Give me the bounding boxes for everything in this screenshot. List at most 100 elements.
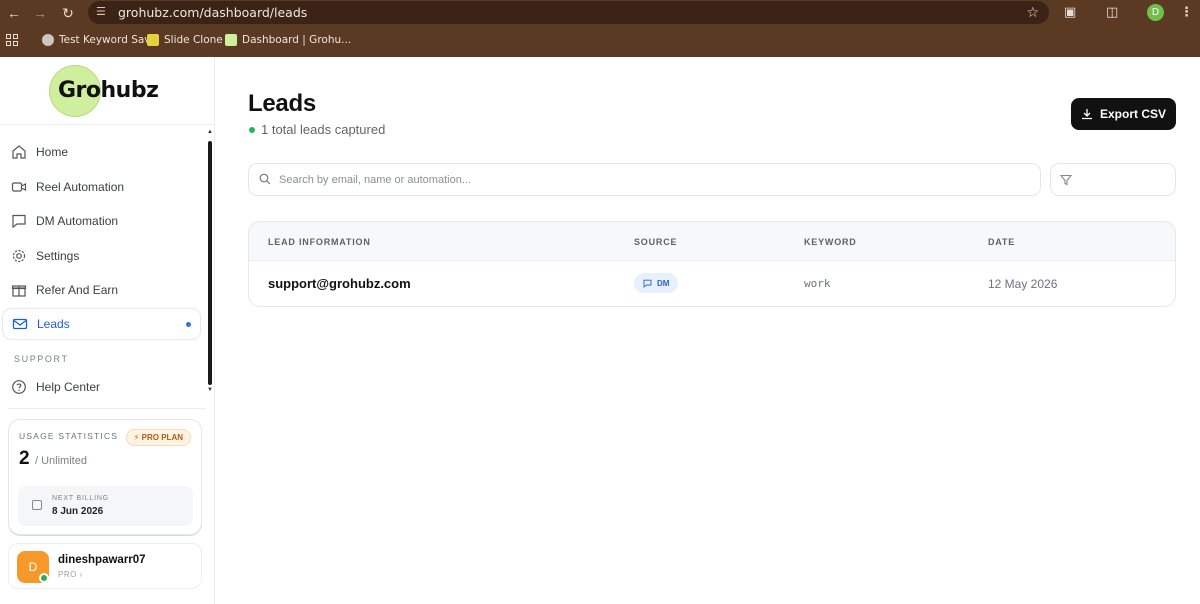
pro-plan-label: PRO PLAN	[141, 433, 183, 442]
page-title: Leads	[248, 90, 316, 117]
lead-keyword: work	[804, 277, 831, 290]
user-name: dineshpawarr07	[58, 554, 146, 566]
sidebar-item-reel-automation[interactable]: Reel Automation	[0, 170, 207, 205]
main-content: Leads 1 total leads captured Export CSV …	[216, 57, 1200, 604]
leads-count-text: 1 total leads captured	[261, 122, 386, 137]
sidebar: Grohubz Home Reel Automation DM Automati…	[0, 57, 215, 604]
apps-grid-icon[interactable]	[6, 34, 19, 47]
logo-text: Grohubz	[58, 78, 159, 103]
logo[interactable]: Grohubz	[0, 57, 215, 125]
filter-icon	[1060, 174, 1072, 186]
help-circle-icon	[12, 380, 26, 395]
column-header: SOURCE	[634, 237, 678, 247]
site-info-icon[interactable]: ☰	[96, 5, 110, 19]
home-icon	[12, 145, 26, 159]
user-profile-card[interactable]: D dineshpawarr07 PRO ›	[8, 543, 202, 589]
next-billing: NEXT BILLING 8 Jun 2026	[18, 486, 193, 526]
bookmark-star-icon[interactable]: ☆	[1026, 4, 1039, 21]
back-icon[interactable]: ←	[4, 3, 24, 23]
sidebar-item-label: Refer And Earn	[36, 283, 119, 298]
online-status-indicator	[39, 573, 49, 583]
divider	[8, 408, 206, 409]
column-header: KEYWORD	[804, 237, 857, 247]
sidebar-item-help-center[interactable]: Help Center	[0, 370, 207, 405]
export-csv-button[interactable]: Export CSV	[1071, 98, 1176, 130]
usage-limit: / Unlimited	[35, 455, 87, 467]
message-icon	[643, 279, 652, 288]
sidebar-item-refer-and-earn[interactable]: Refer And Earn	[0, 273, 207, 308]
support-section-label: SUPPORT	[14, 354, 69, 364]
billing-date: 8 Jun 2026	[52, 506, 104, 517]
bookmark-label: Test Keyword Save	[59, 34, 157, 46]
profile-avatar[interactable]: D	[1147, 4, 1164, 21]
source-badge: DM	[634, 273, 679, 293]
search-icon	[259, 173, 271, 185]
user-plan: PRO ›	[58, 570, 83, 579]
sidebar-item-settings[interactable]: Settings	[0, 239, 207, 274]
scrollbar-thumb[interactable]	[208, 141, 212, 385]
reload-icon[interactable]: ↻	[58, 3, 78, 23]
tab-search-icon[interactable]: ◫	[1106, 4, 1118, 20]
sidebar-item-leads[interactable]: Leads	[2, 307, 201, 340]
sidebar-item-label: Help Center	[36, 380, 101, 395]
video-icon	[11, 182, 27, 192]
export-csv-label: Export CSV	[1099, 107, 1166, 121]
help-center-container: Help Center	[0, 370, 207, 405]
app: Grohubz Home Reel Automation DM Automati…	[0, 57, 1200, 604]
sidebar-item-label: Home	[36, 145, 69, 160]
globe-icon	[42, 34, 54, 46]
address-bar[interactable]: ☰ grohubz.com/dashboard/leads ☆	[88, 1, 1049, 24]
usage-title: USAGE STATISTICS	[19, 431, 119, 441]
sidebar-item-label: Leads	[37, 316, 70, 331]
table-header: LEAD INFORMATION SOURCE KEYWORD DATE	[249, 222, 1175, 261]
leads-count-status: 1 total leads captured	[249, 122, 385, 137]
lead-date: 12 May 2026	[988, 277, 1058, 291]
active-indicator	[186, 321, 191, 327]
source-label: DM	[657, 278, 670, 288]
filter-select[interactable]	[1050, 163, 1176, 196]
sidebar-item-dm-automation[interactable]: DM Automation	[0, 204, 207, 239]
sidebar-item-label: DM Automation	[36, 214, 119, 229]
search-box[interactable]	[248, 163, 1041, 196]
sidebar-item-label: Settings	[36, 248, 80, 263]
mail-icon	[12, 318, 28, 329]
scroll-down-icon[interactable]: ▼	[207, 387, 213, 393]
sidebar-nav: Home Reel Automation DM Automation Setti…	[0, 135, 207, 340]
column-header: LEAD INFORMATION	[268, 237, 371, 247]
grohubz-icon	[225, 34, 237, 46]
search-input[interactable]	[279, 171, 979, 189]
menu-icon[interactable]: ⋮	[1180, 4, 1193, 20]
table-row[interactable]: support@grohubz.com DM work 12 May 2026	[249, 261, 1175, 306]
scroll-up-icon[interactable]: ▲	[207, 129, 213, 135]
status-dot-icon	[249, 126, 255, 133]
gear-icon	[12, 249, 26, 262]
bookmark-label: Dashboard | Grohu...	[242, 34, 352, 46]
extensions-icon[interactable]: ▣	[1064, 4, 1076, 20]
bookmark-item[interactable]: Dashboard | Grohu...	[225, 34, 351, 46]
billing-label: NEXT BILLING	[52, 495, 109, 502]
slide-icon	[147, 34, 159, 46]
leads-table: LEAD INFORMATION SOURCE KEYWORD DATE sup…	[248, 221, 1176, 307]
bookmark-item[interactable]: Slide Clone	[147, 34, 223, 46]
url-text: grohubz.com/dashboard/leads	[118, 5, 308, 20]
gift-icon	[11, 285, 27, 297]
message-icon	[12, 215, 26, 229]
sidebar-item-label: Reel Automation	[36, 179, 125, 194]
sidebar-item-home[interactable]: Home	[0, 135, 207, 170]
calendar-icon	[32, 500, 42, 510]
lead-email: support@grohubz.com	[268, 276, 411, 291]
usage-count: 2	[19, 448, 30, 469]
pro-plan-badge: ⚡ PRO PLAN	[125, 429, 191, 446]
sidebar-scrollbar[interactable]: ▲ ▼	[207, 129, 213, 393]
chevron-right-icon: ›	[79, 570, 83, 579]
column-header: DATE	[988, 237, 1016, 247]
bookmark-item[interactable]: Test Keyword Save	[42, 34, 157, 46]
forward-icon[interactable]: →	[30, 3, 50, 23]
lightning-icon: ⚡	[133, 433, 140, 442]
usage-statistics-card: USAGE STATISTICS ⚡ PRO PLAN 2 / Unlimite…	[8, 419, 202, 535]
download-icon	[1081, 109, 1092, 120]
user-plan-label: PRO	[58, 570, 77, 579]
bookmark-label: Slide Clone	[164, 34, 223, 46]
bookmarks-bar: Test Keyword Save Slide Clone Dashboard …	[0, 25, 1200, 57]
browser-toolbar: ← → ↻ ☰ grohubz.com/dashboard/leads ☆ ▣ …	[0, 0, 1200, 25]
